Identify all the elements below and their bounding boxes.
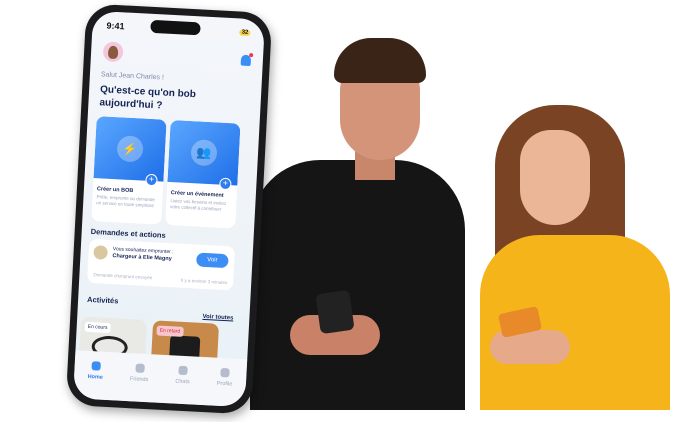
status-time: 9:41: [106, 20, 125, 32]
requests-heading: Demandes et actions: [90, 226, 166, 240]
group-icon: 👥: [190, 139, 218, 167]
bottom-nav: Home Friends Chats Profile: [72, 350, 248, 408]
nav-home[interactable]: Home: [86, 361, 103, 400]
battery-icon: 32: [239, 29, 251, 37]
activities-heading: Activités: [86, 294, 119, 306]
card-desc: Listez vos besoins et invitez votre coll…: [169, 198, 227, 212]
phone-mockup: 9:41 32 Salut Jean Charles ! Qu'est-ce q…: [65, 3, 273, 415]
nav-label: Chats: [175, 378, 190, 386]
page-title: Qu'est-ce qu'on bob aujourd'hui ?: [99, 84, 197, 112]
app-screen: 9:41 32 Salut Jean Charles ! Qu'est-ce q…: [72, 10, 266, 408]
nav-label: Friends: [129, 376, 149, 384]
bob-logo-icon: ⚡: [116, 135, 144, 163]
notification-bell-icon[interactable]: [240, 54, 252, 67]
request-card[interactable]: Vous souhaitez emprunter : Chargeur à El…: [87, 238, 236, 291]
nav-label: Profile: [216, 380, 233, 388]
nav-profile[interactable]: Profile: [216, 367, 234, 407]
chat-icon: [178, 365, 188, 376]
greeting: Salut Jean Charles !: [100, 71, 165, 82]
home-icon: [91, 361, 101, 371]
requester-avatar: [93, 245, 108, 260]
dynamic-island: [150, 19, 201, 36]
request-time: Il y a environ 3 minutes: [180, 277, 228, 286]
card-desc: Prête, emprunte ou demande un service en…: [96, 194, 156, 209]
nav-chats[interactable]: Chats: [174, 365, 190, 405]
friends-icon: [134, 363, 145, 373]
create-event-card[interactable]: 👥 + Créer un événement Listez vos besoin…: [165, 119, 241, 229]
status-badge: En cours: [84, 321, 111, 334]
profile-icon: [220, 367, 230, 378]
nav-friends[interactable]: Friends: [129, 363, 149, 402]
status-badge: En retard: [156, 325, 184, 337]
create-bob-card[interactable]: ⚡ + Créer un BOB Prête, emprunte ou dema…: [91, 116, 167, 225]
view-button[interactable]: Voir: [196, 252, 229, 269]
request-status: Demande d'emprunt envoyée: [93, 272, 153, 281]
nav-label: Home: [87, 373, 104, 381]
see-all-link[interactable]: Voir toutes: [202, 314, 233, 322]
user-avatar[interactable]: [102, 41, 124, 63]
